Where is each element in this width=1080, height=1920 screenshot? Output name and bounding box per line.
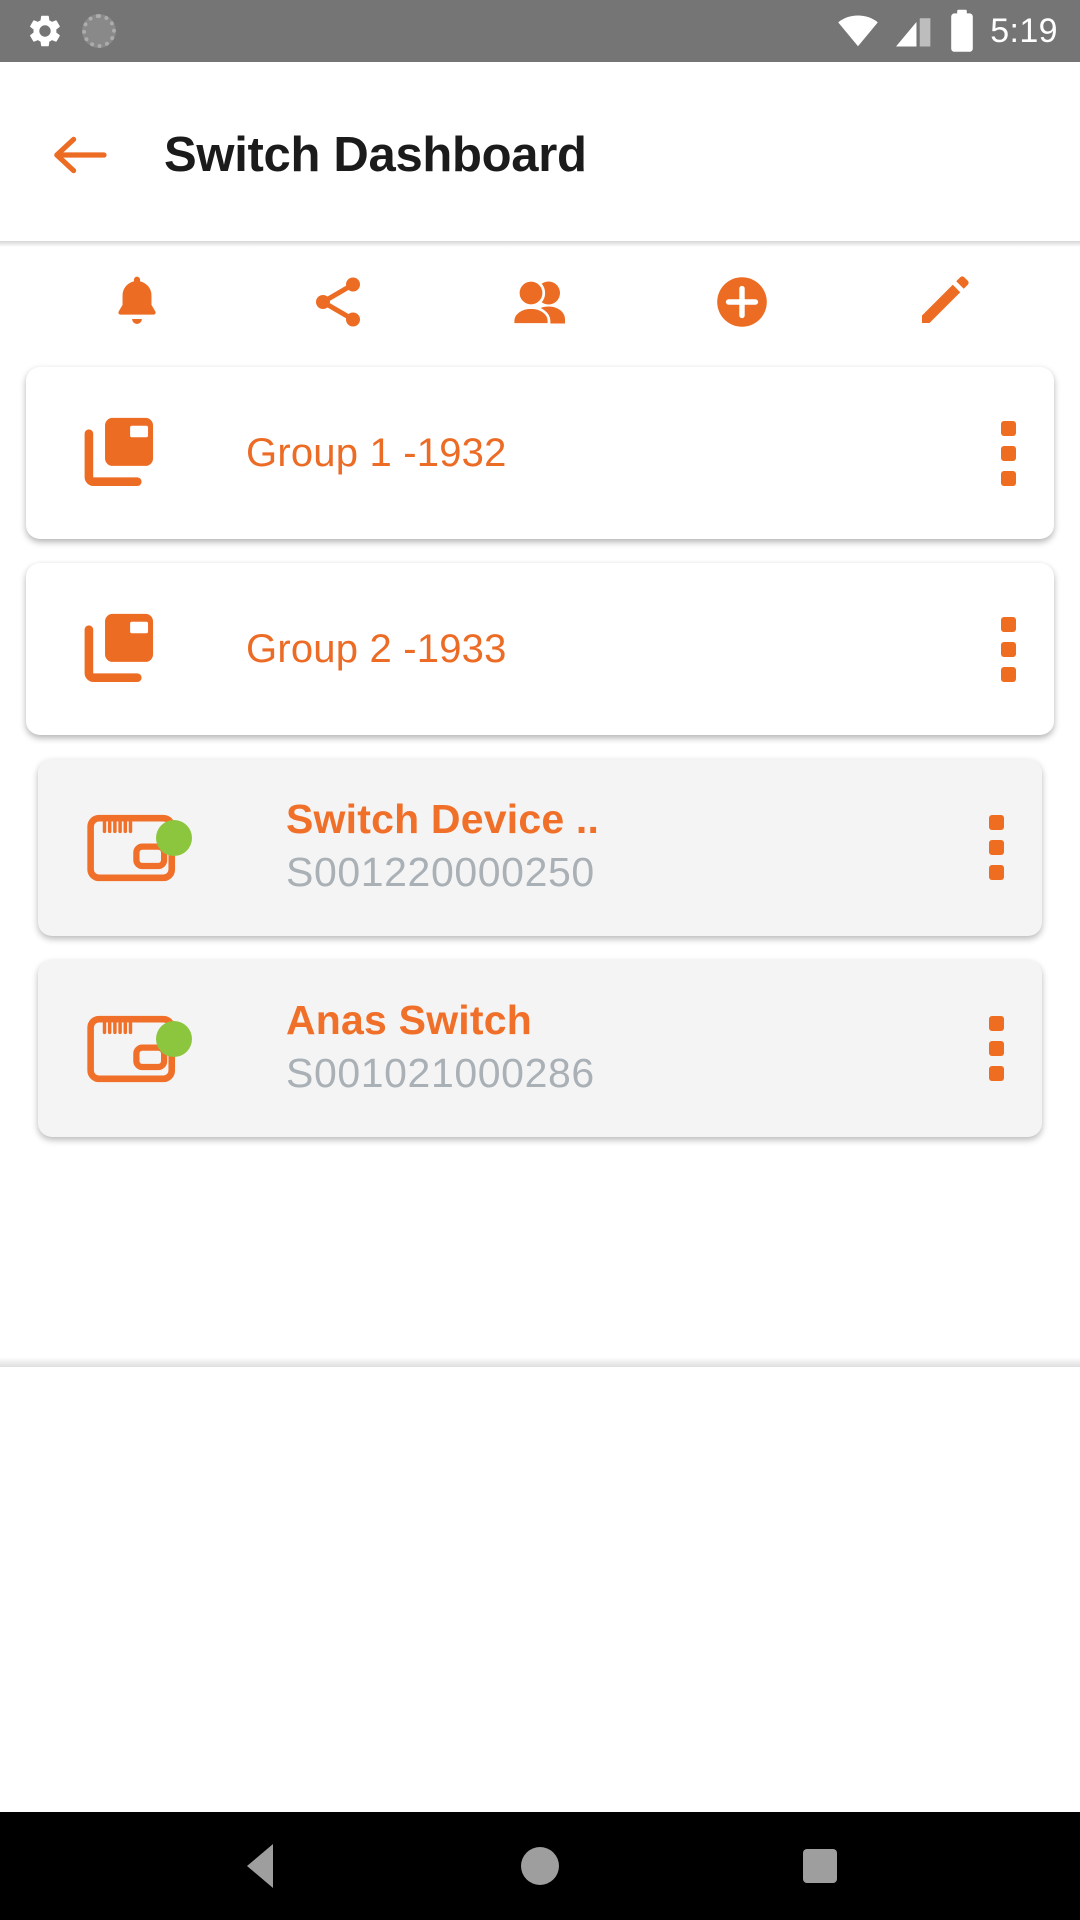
back-arrow-icon	[54, 136, 107, 173]
list-item-menu-button[interactable]	[962, 367, 1054, 539]
list-item-menu-button[interactable]	[950, 960, 1042, 1137]
edit-button[interactable]	[842, 247, 1044, 357]
members-button[interactable]	[439, 247, 641, 357]
app-bar: Switch Dashboard	[0, 62, 1080, 247]
people-icon	[511, 278, 565, 326]
status-bar: 5:19	[0, 0, 1080, 62]
page-title: Switch Dashboard	[164, 127, 587, 182]
pencil-icon	[922, 276, 969, 323]
list-item[interactable]: Switch Device .. S001220000250	[38, 759, 1042, 936]
list-item-title: Group 2 -1933	[246, 626, 507, 671]
nav-recents-icon	[803, 1849, 837, 1883]
settings-gear-icon	[30, 15, 60, 47]
more-vertical-icon	[988, 1016, 1004, 1031]
more-vertical-icon	[1000, 616, 1016, 632]
list-item[interactable]: Group 2 -1933	[26, 563, 1054, 735]
list-item-title: Anas Switch	[286, 997, 532, 1044]
nav-home-icon	[521, 1847, 559, 1885]
empty-content-area	[0, 1367, 1080, 1812]
nav-recents-button[interactable]	[760, 1812, 880, 1920]
back-button[interactable]	[44, 119, 116, 191]
wifi-icon	[838, 15, 879, 47]
nav-home-button[interactable]	[480, 1812, 600, 1920]
more-vertical-icon	[1000, 420, 1016, 436]
list-item-menu-button[interactable]	[950, 759, 1042, 936]
battery-icon	[951, 9, 974, 52]
notifications-button[interactable]	[36, 247, 238, 357]
list-item[interactable]: Anas Switch S001021000286	[38, 960, 1042, 1137]
list-item[interactable]: Group 1 -1932	[26, 367, 1054, 539]
list-item-menu-button[interactable]	[962, 563, 1054, 735]
list-item-serial: S001021000286	[286, 1050, 595, 1097]
system-navigation-bar	[0, 1812, 1080, 1920]
share-button[interactable]	[238, 247, 440, 357]
app-screen: 5:19 Switch Dashboard Group 1 -1932 Grou…	[0, 0, 1080, 1920]
status-online-indicator	[156, 819, 192, 856]
plus-circle-icon	[716, 277, 767, 327]
list-item-title: Switch Device ..	[286, 796, 600, 843]
status-bar-notification-icons	[26, 12, 116, 50]
list-item-title: Group 1 -1932	[246, 430, 507, 475]
status-bar-system-icons: 5:19	[836, 9, 1058, 53]
cellular-signal-icon	[896, 18, 931, 47]
share-icon	[316, 277, 361, 327]
list-item-serial: S001220000250	[286, 849, 595, 896]
nav-back-icon	[247, 1844, 273, 1888]
more-vertical-icon	[988, 815, 1004, 830]
group-layers-icon	[44, 410, 194, 496]
sync-icon	[82, 14, 116, 48]
switch-device-icon	[60, 806, 210, 890]
switch-device-icon	[60, 1007, 210, 1091]
add-button[interactable]	[641, 247, 843, 357]
bell-icon	[118, 276, 156, 324]
status-bar-clock: 5:19	[990, 11, 1058, 50]
action-toolbar	[0, 247, 1080, 357]
nav-back-button[interactable]	[200, 1812, 320, 1920]
status-online-indicator	[156, 1020, 192, 1057]
group-layers-icon	[44, 606, 194, 692]
dashboard-list: Group 1 -1932 Group 2 -1933 Switch Devic…	[0, 357, 1080, 1367]
